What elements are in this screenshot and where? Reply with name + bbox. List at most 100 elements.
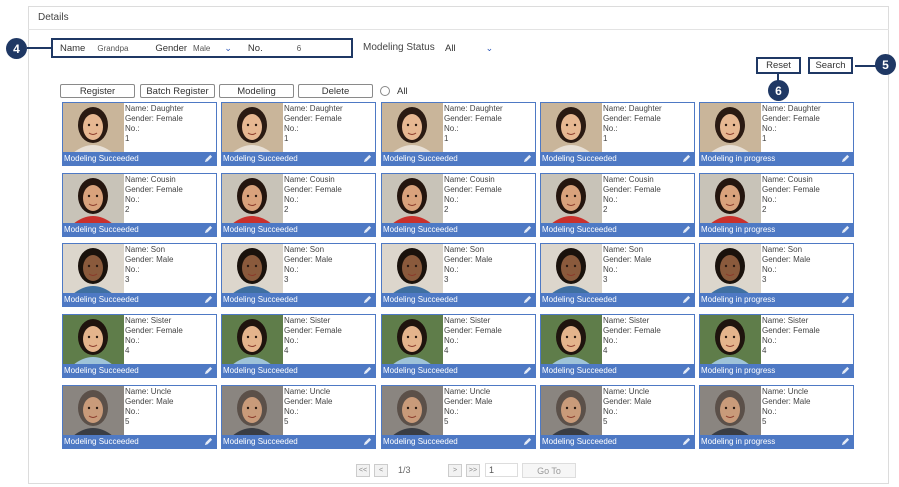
edit-icon[interactable]	[363, 154, 372, 163]
card-info: Name: Son Gender: Male No.: 3	[762, 245, 810, 285]
person-card[interactable]: Name: Daughter Gender: Female No.: 1 Modelin…	[699, 102, 854, 166]
gender-select[interactable]: Male ⌄	[193, 43, 232, 54]
edit-icon[interactable]	[363, 295, 372, 304]
person-card[interactable]: Name: Son Gender: Male No.: 3 Modeling Succe…	[381, 243, 536, 307]
card-gender: Gender: Female	[284, 326, 342, 335]
face-photo	[382, 103, 443, 153]
modeling-status-bar: Modeling in progress	[700, 152, 853, 165]
modeling-button[interactable]: Modeling	[219, 84, 294, 98]
person-card[interactable]: Name: Uncle Gender: Male No.: 5 Modeling in …	[699, 385, 854, 449]
edit-icon[interactable]	[204, 437, 213, 446]
person-card[interactable]: Name: Son Gender: Male No.: 3 Modeling Succe…	[540, 243, 695, 307]
person-card[interactable]: Name: Uncle Gender: Male No.: 5 Modeling Suc…	[221, 385, 376, 449]
modeling-status-text: Modeling in progress	[701, 295, 776, 304]
callout-5-line	[855, 65, 877, 67]
card-info: Name: Daughter Gender: Female No.: 1	[284, 104, 343, 144]
person-card[interactable]: Name: Sister Gender: Female No.: 4 Modeling …	[62, 314, 217, 378]
modeling-status-bar: Modeling Succeeded	[382, 435, 535, 448]
edit-icon[interactable]	[204, 225, 213, 234]
person-card[interactable]: Name: Uncle Gender: Male No.: 5 Modeling Suc…	[540, 385, 695, 449]
person-card[interactable]: Name: Uncle Gender: Male No.: 5 Modeling Suc…	[381, 385, 536, 449]
person-card[interactable]: Name: Sister Gender: Female No.: 4 Modeling …	[221, 314, 376, 378]
edit-icon[interactable]	[204, 295, 213, 304]
first-page-button[interactable]: <<	[356, 464, 370, 477]
person-card[interactable]: Name: Son Gender: Male No.: 3 Modeling Succe…	[62, 243, 217, 307]
no-label: No.	[247, 42, 263, 54]
card-gender: Gender: Male	[284, 255, 333, 264]
card-name: Name: Cousin	[444, 175, 495, 184]
face-photo	[541, 174, 602, 224]
person-card[interactable]: Name: Cousin Gender: Female No.: 2 Modeling …	[381, 173, 536, 237]
card-no: 5	[125, 417, 130, 426]
edit-icon[interactable]	[682, 366, 691, 375]
chevron-down-icon: ⌄	[485, 42, 494, 53]
register-button[interactable]: Register	[60, 84, 135, 98]
prev-page-button[interactable]: <	[374, 464, 388, 477]
batch-register-button[interactable]: Batch Register	[140, 84, 215, 98]
name-input[interactable]: Grandpa	[97, 44, 149, 53]
person-card[interactable]: Name: Daughter Gender: Female No.: 1 Modelin…	[381, 102, 536, 166]
person-card[interactable]: Name: Cousin Gender: Female No.: 2 Modeling …	[699, 173, 854, 237]
card-gender: Gender: Male	[444, 397, 493, 406]
gender-label: Gender	[155, 42, 188, 54]
edit-icon[interactable]	[682, 225, 691, 234]
person-card[interactable]: Name: Daughter Gender: Female No.: 1 Modelin…	[540, 102, 695, 166]
edit-icon[interactable]	[363, 366, 372, 375]
modeling-status-bar: Modeling Succeeded	[222, 293, 375, 306]
person-card[interactable]: Name: Daughter Gender: Female No.: 1 Modelin…	[221, 102, 376, 166]
chevron-down-icon: ⌄	[224, 42, 232, 53]
person-card[interactable]: Name: Sister Gender: Female No.: 4 Modeling …	[699, 314, 854, 378]
card-name: Name: Cousin	[603, 175, 654, 184]
card-no: 3	[125, 275, 130, 284]
no-input[interactable]: 6	[297, 44, 301, 53]
edit-icon[interactable]	[204, 154, 213, 163]
edit-icon[interactable]	[682, 154, 691, 163]
person-card[interactable]: Name: Uncle Gender: Male No.: 5 Modeling Suc…	[62, 385, 217, 449]
modeling-status-bar: Modeling Succeeded	[541, 223, 694, 236]
card-no: 5	[284, 417, 289, 426]
all-radio[interactable]	[380, 86, 390, 96]
edit-icon[interactable]	[363, 437, 372, 446]
edit-icon[interactable]	[682, 437, 691, 446]
edit-icon[interactable]	[841, 225, 850, 234]
next-page-button[interactable]: >	[448, 464, 462, 477]
edit-icon[interactable]	[523, 154, 532, 163]
delete-button[interactable]: Delete	[298, 84, 373, 98]
card-no-label: No.:	[284, 124, 299, 133]
page-input[interactable]: 1	[485, 463, 518, 477]
person-card[interactable]: Name: Son Gender: Male No.: 3 Modeling in pr…	[699, 243, 854, 307]
goto-button[interactable]: Go To	[522, 463, 576, 478]
person-card[interactable]: Name: Son Gender: Male No.: 3 Modeling Succe…	[221, 243, 376, 307]
person-card[interactable]: Name: Cousin Gender: Female No.: 2 Modeling …	[62, 173, 217, 237]
card-no: 1	[762, 134, 767, 143]
face-photo	[700, 244, 761, 294]
modeling-status-bar: Modeling Succeeded	[63, 293, 216, 306]
card-name: Name: Uncle	[444, 387, 491, 396]
modeling-status-bar: Modeling Succeeded	[63, 152, 216, 165]
person-card[interactable]: Name: Cousin Gender: Female No.: 2 Modeling …	[540, 173, 695, 237]
edit-icon[interactable]	[523, 225, 532, 234]
person-card[interactable]: Name: Sister Gender: Female No.: 4 Modeling …	[540, 314, 695, 378]
gender-value: Male	[193, 43, 211, 53]
edit-icon[interactable]	[523, 366, 532, 375]
edit-icon[interactable]	[841, 154, 850, 163]
edit-icon[interactable]	[204, 366, 213, 375]
reset-button[interactable]: Reset	[756, 57, 801, 74]
edit-icon[interactable]	[523, 295, 532, 304]
search-button[interactable]: Search	[808, 57, 853, 74]
edit-icon[interactable]	[841, 295, 850, 304]
card-name: Name: Sister	[125, 316, 172, 325]
card-no: 3	[284, 275, 289, 284]
modeling-status-select[interactable]: All ⌄	[445, 41, 507, 55]
edit-icon[interactable]	[523, 437, 532, 446]
edit-icon[interactable]	[841, 437, 850, 446]
card-gender: Gender: Female	[125, 114, 183, 123]
person-card[interactable]: Name: Cousin Gender: Female No.: 2 Modeling …	[221, 173, 376, 237]
edit-icon[interactable]	[682, 295, 691, 304]
face-photo	[63, 315, 124, 365]
person-card[interactable]: Name: Sister Gender: Female No.: 4 Modeling …	[381, 314, 536, 378]
edit-icon[interactable]	[363, 225, 372, 234]
edit-icon[interactable]	[841, 366, 850, 375]
person-card[interactable]: Name: Daughter Gender: Female No.: 1 Modelin…	[62, 102, 217, 166]
last-page-button[interactable]: >>	[466, 464, 480, 477]
